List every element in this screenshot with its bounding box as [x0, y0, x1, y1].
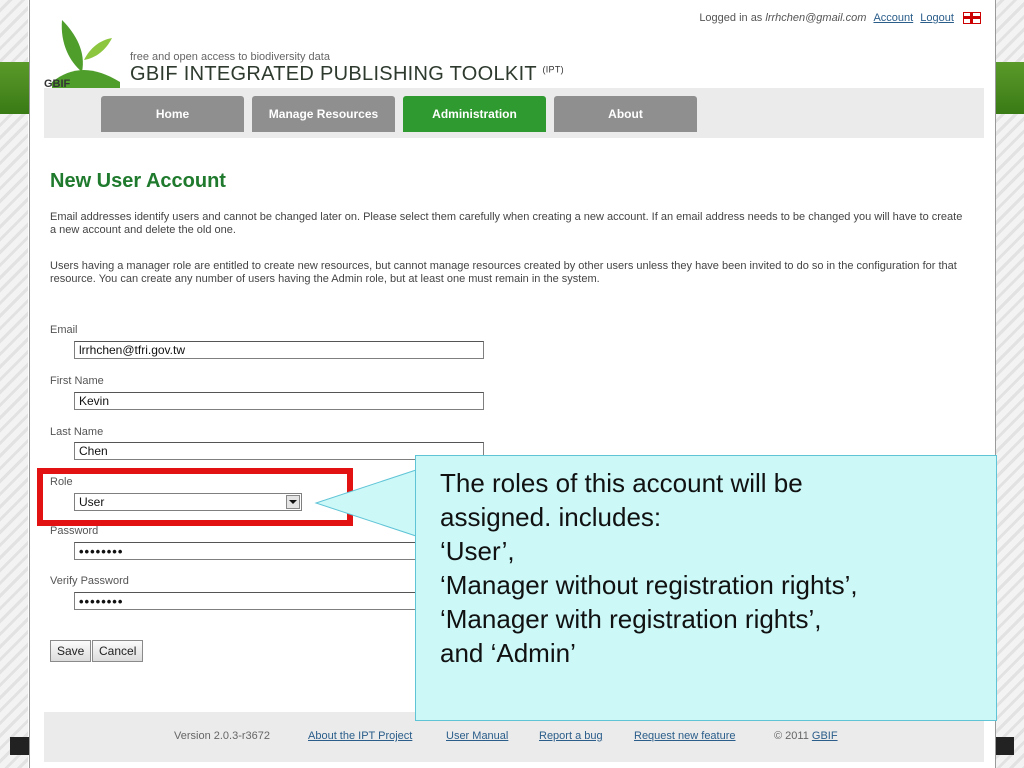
- callout-line: ‘Manager without registration rights’,: [440, 570, 858, 600]
- footer-link-gbif[interactable]: GBIF: [812, 730, 838, 742]
- save-button[interactable]: Save: [50, 640, 92, 662]
- product-title-text: GBIF INTEGRATED PUBLISHING TOOLKIT: [130, 63, 537, 85]
- verify-password-label: Verify Password: [50, 575, 129, 587]
- version-text: Version 2.0.3-r3672: [174, 730, 271, 742]
- account-link[interactable]: Account: [873, 12, 913, 24]
- intro-paragraph-roles: Users having a manager role are entitled…: [50, 260, 957, 285]
- copyright-prefix: © 2011: [774, 730, 809, 742]
- slide-corner-left: [10, 737, 30, 755]
- login-status-bar: Logged in as lrrhchen@gmail.com Account …: [699, 12, 981, 25]
- page-title: New User Account: [50, 170, 226, 192]
- language-flag-icon[interactable]: [963, 12, 981, 25]
- callout-line: and ‘Admin’: [440, 638, 576, 668]
- callout-line: ‘Manager with registration rights’,: [440, 604, 822, 634]
- slide-green-band-right: [994, 62, 1024, 114]
- logged-in-prefix: Logged in as: [699, 12, 763, 24]
- email-label: Email: [50, 324, 78, 336]
- gbif-logo[interactable]: GBIF: [42, 10, 122, 90]
- logout-link[interactable]: Logout: [920, 12, 954, 24]
- gbif-leaf-icon: GBIF: [44, 20, 120, 90]
- tab-administration[interactable]: Administration: [403, 96, 546, 132]
- callout-line: assigned. includes:: [440, 502, 662, 532]
- password-label: Password: [50, 525, 99, 537]
- logged-in-user-email: lrrhchen@gmail.com: [765, 12, 867, 24]
- product-title: GBIF INTEGRATED PUBLISHING TOOLKIT (IPT): [130, 63, 564, 86]
- footer-link-report-bug[interactable]: Report a bug: [539, 730, 603, 742]
- copyright-text: © 2011 GBIF: [774, 730, 838, 742]
- first-name-label: First Name: [50, 375, 104, 387]
- callout-line: ‘User’,: [440, 536, 515, 566]
- first-name-field[interactable]: [74, 392, 484, 410]
- tab-home[interactable]: Home: [101, 96, 244, 132]
- last-name-label: Last Name: [50, 426, 104, 438]
- tagline: free and open access to biodiversity dat…: [130, 51, 330, 63]
- footer-link-user-manual[interactable]: User Manual: [446, 730, 508, 742]
- slide-corner-right: [994, 737, 1014, 755]
- slide-stripe-left: [0, 0, 28, 768]
- main-navbar: Home Manage Resources Administration Abo…: [44, 88, 984, 138]
- product-title-suffix: (IPT): [542, 64, 564, 75]
- cancel-button[interactable]: Cancel: [92, 640, 144, 662]
- tab-manage-resources[interactable]: Manage Resources: [252, 96, 395, 132]
- email-field[interactable]: [74, 341, 484, 359]
- footer-link-request-feature[interactable]: Request new feature: [634, 730, 736, 742]
- role-highlight-box: [37, 468, 353, 526]
- callout-line: The roles of this account will be: [440, 468, 803, 498]
- intro-paragraph-email: Email addresses identify users and canno…: [50, 211, 963, 236]
- footer-link-about-ipt[interactable]: About the IPT Project: [308, 730, 412, 742]
- slide-green-band-left: [0, 62, 30, 114]
- tab-about[interactable]: About: [554, 96, 697, 132]
- logo-text: GBIF: [44, 78, 71, 88]
- annotation-callout: The roles of this account will be assign…: [415, 455, 997, 721]
